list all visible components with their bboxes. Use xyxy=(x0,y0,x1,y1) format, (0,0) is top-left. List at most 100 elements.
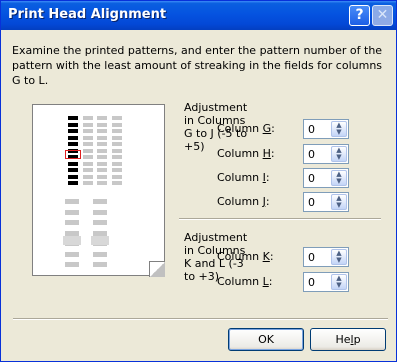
help-button[interactable]: Help xyxy=(310,328,386,351)
pattern-bar xyxy=(68,142,78,146)
help-title-button[interactable]: ? xyxy=(349,5,370,26)
title-bar[interactable]: Print Head Alignment ? ✕ xyxy=(1,1,396,30)
spin-down-icon[interactable]: ▼ xyxy=(332,282,346,289)
column-label-key: G xyxy=(262,122,272,135)
pattern-block xyxy=(93,209,107,215)
pattern-bar xyxy=(112,122,122,127)
spin-arrows-icon[interactable]: ▲ ▼ xyxy=(331,170,347,186)
pattern-bar xyxy=(83,168,93,172)
pattern-bar xyxy=(112,116,122,120)
pattern-bar xyxy=(112,148,122,153)
dialog-title: Print Head Alignment xyxy=(8,7,167,22)
column-l-value[interactable]: 0 xyxy=(308,276,315,289)
column-i-spinbox[interactable]: 0 ▲ ▼ xyxy=(303,168,349,188)
column-label-prefix: Column xyxy=(217,122,263,135)
pattern-bar xyxy=(83,142,93,146)
pattern-bar xyxy=(83,135,93,140)
spin-down-icon[interactable]: ▼ xyxy=(332,178,346,185)
column-k-spinbox[interactable]: 0 ▲ ▼ xyxy=(303,247,349,267)
pattern-block xyxy=(65,251,79,257)
spin-arrows-icon[interactable]: ▲ ▼ xyxy=(331,121,347,137)
pattern-block xyxy=(93,199,107,204)
pattern-bar xyxy=(97,168,107,172)
column-g-value[interactable]: 0 xyxy=(308,123,315,136)
pattern-bar xyxy=(83,155,93,159)
column-label-prefix: Column xyxy=(217,275,263,288)
pattern-bar xyxy=(97,181,107,185)
spin-arrows-icon[interactable]: ▲ ▼ xyxy=(331,274,347,290)
pattern-bar xyxy=(68,161,78,166)
column-label-suffix: : xyxy=(271,122,275,135)
column-label-prefix: Column xyxy=(217,171,263,184)
column-label-suffix: : xyxy=(268,275,273,288)
close-button[interactable]: ✕ xyxy=(372,5,393,26)
pattern-block xyxy=(65,262,79,267)
column-h-spinbox[interactable]: 0 ▲ ▼ xyxy=(303,144,349,164)
pattern-bar xyxy=(68,135,78,140)
pattern-bar xyxy=(97,142,107,146)
pattern-bar xyxy=(83,116,93,120)
pattern-bar xyxy=(83,174,93,179)
pattern-bar xyxy=(112,174,122,179)
column-label-suffix: : xyxy=(270,147,275,160)
column-i-value[interactable]: 0 xyxy=(308,172,315,185)
pattern-block xyxy=(65,209,79,215)
column-i-label: Column I: xyxy=(217,171,270,184)
pattern-bar xyxy=(83,161,93,166)
instructions-text: Examine the printed patterns, and enter … xyxy=(12,44,383,87)
column-j-spinbox[interactable]: 0 ▲ ▼ xyxy=(303,192,349,212)
pattern-bar xyxy=(112,142,122,146)
pattern-bar xyxy=(112,135,122,140)
dialog-window: Print Head Alignment ? ✕ Examine the pri… xyxy=(0,0,397,362)
pattern-block xyxy=(93,251,107,257)
pattern-bar xyxy=(97,122,107,127)
column-label-suffix: : xyxy=(269,250,274,263)
column-label-suffix: : xyxy=(265,195,270,208)
spin-arrows-icon[interactable]: ▲ ▼ xyxy=(331,146,347,162)
column-label-suffix: : xyxy=(265,171,270,184)
spin-down-icon[interactable]: ▼ xyxy=(332,257,346,264)
pattern-bar xyxy=(97,129,107,133)
ok-button[interactable]: OK xyxy=(228,328,304,351)
spin-arrows-icon[interactable]: ▲ ▼ xyxy=(331,249,347,265)
spin-down-icon[interactable]: ▼ xyxy=(332,202,346,209)
pattern-block xyxy=(93,230,107,236)
pattern-bar xyxy=(97,174,107,179)
spin-down-icon[interactable]: ▼ xyxy=(332,129,346,136)
group-divider xyxy=(179,218,381,220)
pattern-block xyxy=(91,236,109,245)
pattern-bar xyxy=(112,129,122,133)
pattern-bar xyxy=(112,155,122,159)
pattern-bar xyxy=(97,135,107,140)
pattern-bar xyxy=(68,116,78,120)
column-j-label: Column J: xyxy=(217,195,270,208)
column-label-key: K xyxy=(262,250,270,263)
column-label-prefix: Column xyxy=(217,195,263,208)
column-l-spinbox[interactable]: 0 ▲ ▼ xyxy=(303,272,349,292)
pattern-bar xyxy=(97,116,107,120)
pattern-block xyxy=(63,236,81,245)
pattern-bar xyxy=(112,181,122,185)
pattern-bar xyxy=(83,181,93,185)
pattern-bar xyxy=(83,129,93,133)
pattern-bar xyxy=(97,148,107,153)
pattern-bar xyxy=(112,161,122,166)
column-h-value[interactable]: 0 xyxy=(308,148,315,161)
column-label-key: H xyxy=(262,147,271,160)
spin-arrows-icon[interactable]: ▲ ▼ xyxy=(331,194,347,210)
column-j-value[interactable]: 0 xyxy=(308,196,315,209)
pattern-bar xyxy=(68,168,78,172)
pattern-block xyxy=(93,262,107,267)
column-label-prefix: Column xyxy=(217,250,263,263)
pattern-bar xyxy=(68,122,78,127)
column-g-spinbox[interactable]: 0 ▲ ▼ xyxy=(303,119,349,139)
help-button-pre: He xyxy=(335,333,351,346)
pattern-block xyxy=(65,230,79,236)
column-k-value[interactable]: 0 xyxy=(308,251,315,264)
page-fold-icon xyxy=(149,261,165,277)
pattern-bar xyxy=(83,148,93,153)
selected-pattern-highlight xyxy=(65,150,81,159)
spin-down-icon[interactable]: ▼ xyxy=(332,154,346,161)
column-g-label: Column G: xyxy=(217,122,275,135)
column-h-label: Column H: xyxy=(217,147,275,160)
